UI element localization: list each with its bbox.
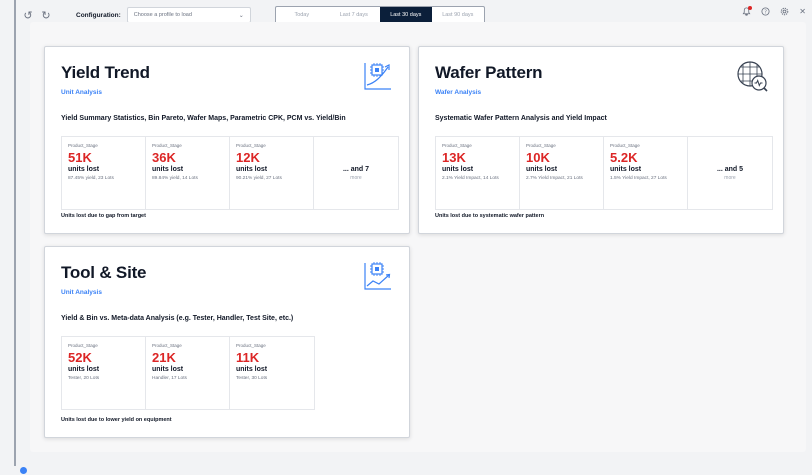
more-label: more [350,174,362,181]
notification-bell-icon[interactable] [742,6,753,16]
stat-detail: 87.45% yield, 23 Lots [68,176,114,181]
stat-tile[interactable]: Product_Stage 12K units lost 90.21% yiel… [230,137,314,209]
card-footer: Units lost due to systematic wafer patte… [435,213,545,219]
card-title: Yield Trend [61,63,150,82]
stat-stage: Product_Stage [610,143,640,148]
range-today[interactable]: Today [276,7,328,23]
configuration-label: Configuration: [76,11,121,19]
wafer-analysis-icon [737,61,768,92]
stat-value: 51K [68,150,92,165]
settings-gear-icon[interactable] [780,7,789,16]
stats-row: Product_Stage 13K units lost 2.1% Yield … [435,136,773,210]
stat-tile[interactable]: Product_Stage 11K units lost Tester, 30 … [230,337,314,409]
stat-value: 12K [236,150,260,165]
stat-units: units lost [236,166,268,173]
stat-stage: Product_Stage [442,143,472,148]
profile-select[interactable]: Choose a profile to load ⌄ [126,7,251,23]
card-title: Tool & Site [61,263,147,282]
stat-tile[interactable]: Product_Stage 21K units lost Handler, 17… [146,337,230,409]
stat-units: units lost [152,166,184,173]
stat-value: 36K [152,150,176,165]
app-logo-icon [20,467,27,474]
card-subtitle: Wafer Analysis [435,89,482,96]
stat-detail: 2.7% Yield Impact, 21 Lots [526,176,583,181]
stat-value: 52K [68,350,92,365]
stat-detail: Tester, 20 Lots [68,376,100,381]
stat-tile[interactable]: Product_Stage 52K units lost Tester, 20 … [62,337,146,409]
stat-stage: Product_Stage [152,343,182,348]
stat-stage: Product_Stage [68,143,98,148]
card-description: Yield & Bin vs. Meta-data Analysis (e.g.… [61,315,294,322]
card-description: Yield Summary Statistics, Bin Pareto, Wa… [61,115,346,122]
stat-units: units lost [152,366,184,373]
tool-site-card[interactable]: Tool & Site Unit Analysis Yield & Bin vs… [44,246,410,438]
svg-text:?: ? [764,9,767,15]
chip-tool-icon [364,262,391,290]
refresh-icon[interactable]: ↻ [38,7,54,23]
stat-stage: Product_Stage [236,343,266,348]
stat-units: units lost [526,166,558,173]
undo-icon[interactable]: ↺ [20,7,36,23]
more-label: more [724,174,736,181]
more-tile[interactable]: ... and 5 more [688,137,772,209]
stat-value: 21K [152,350,176,365]
stat-units: units lost [610,166,642,173]
more-tile[interactable]: ... and 7 more [314,137,398,209]
stats-row: Product_Stage 51K units lost 87.45% yiel… [61,136,399,210]
card-description: Systematic Wafer Pattern Analysis and Yi… [435,115,607,122]
stat-units: units lost [68,166,100,173]
range-last-7-days[interactable]: Last 7 days [328,7,380,23]
left-rail [0,0,16,475]
stat-units: units lost [68,366,100,373]
help-icon[interactable]: ? [761,7,770,16]
more-count: ... and 7 [342,165,370,173]
yield-trend-card[interactable]: Yield Trend Unit Analysis Yield Summary … [44,46,410,234]
stat-units: units lost [236,366,268,373]
stat-detail: 90.21% yield, 27 Lots [236,176,282,181]
stat-detail: 2.1% Yield Impact, 14 Lots [442,176,499,181]
stat-tile[interactable]: Product_Stage 10K units lost 2.7% Yield … [520,137,604,209]
stat-units: units lost [442,166,474,173]
chevron-down-icon: ⌄ [238,12,244,19]
stat-stage: Product_Stage [152,143,182,148]
stat-value: 10K [526,150,550,165]
stat-value: 13K [442,150,466,165]
more-count: ... and 5 [716,165,744,173]
stat-detail: 89.84% yield, 14 Lots [152,176,198,181]
dashboard-main: Yield Trend Unit Analysis Yield Summary … [30,22,806,452]
stat-stage: Product_Stage [68,343,98,348]
close-icon[interactable]: ✕ [799,7,806,16]
card-subtitle: Unit Analysis [61,89,102,96]
card-subtitle: Unit Analysis [61,289,102,296]
stat-tile[interactable]: Product_Stage 36K units lost 89.84% yiel… [146,137,230,209]
stat-tile[interactable]: Product_Stage 13K units lost 2.1% Yield … [436,137,520,209]
range-last-30-days[interactable]: Last 30 days [379,7,432,23]
stat-value: 5.2K [610,150,638,165]
stats-row: Product_Stage 52K units lost Tester, 20 … [61,336,315,410]
stat-detail: Handler, 17 Lots [152,376,187,381]
stat-detail: Tester, 30 Lots [236,376,268,381]
card-title: Wafer Pattern [435,63,543,82]
status-bar [0,466,812,475]
wafer-pattern-card[interactable]: Wafer Pattern Wafer Analysis Systematic … [418,46,784,234]
range-last-90-days[interactable]: Last 90 days [432,7,484,23]
profile-select-placeholder: Choose a profile to load [133,12,192,18]
stat-tile[interactable]: Product_Stage 51K units lost 87.45% yiel… [62,137,146,209]
stat-value: 11K [236,350,260,365]
card-footer: Units lost due to lower yield on equipme… [61,417,172,423]
stat-stage: Product_Stage [236,143,266,148]
stat-detail: 1.5% Yield Impact, 27 Lots [610,176,667,181]
card-footer: Units lost due to gap from target [61,213,146,219]
stat-tile[interactable]: Product_Stage 5.2K units lost 1.5% Yield… [604,137,688,209]
stat-stage: Product_Stage [526,143,556,148]
chip-trend-icon [364,63,391,90]
